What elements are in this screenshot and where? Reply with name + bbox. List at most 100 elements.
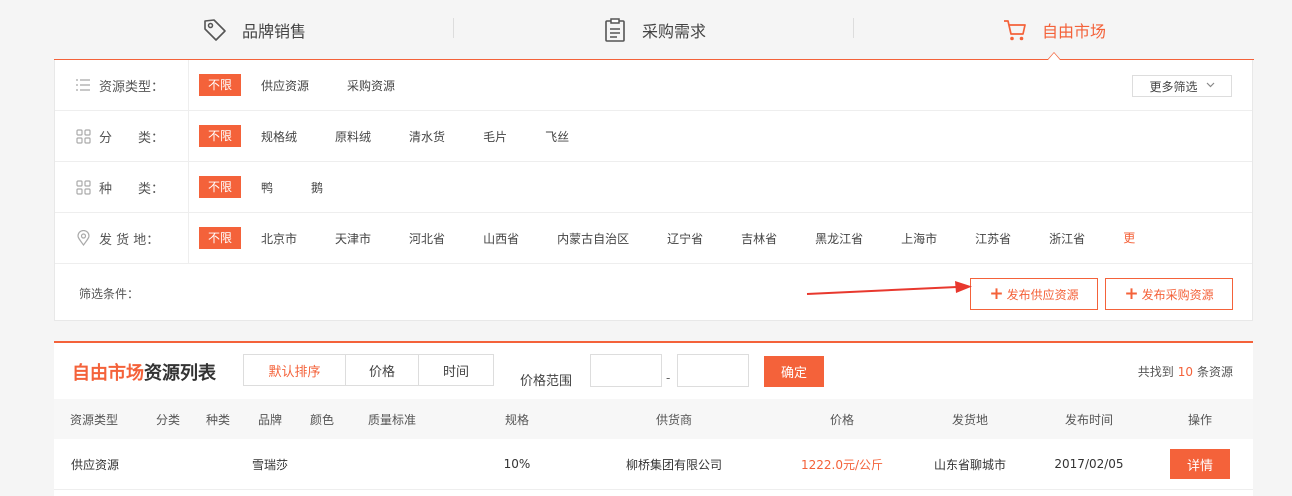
- grid-icon: [75, 128, 91, 144]
- filter-label: 发 货 地：: [99, 232, 160, 248]
- cell-color: [302, 439, 342, 489]
- plus-icon: +: [1124, 284, 1139, 304]
- cell-supplier: 柳桥集团有限公司: [625, 457, 722, 472]
- cell-category: [148, 439, 188, 489]
- filter-option[interactable]: 河北省: [409, 230, 445, 247]
- filter-option[interactable]: 浙江省: [1049, 230, 1085, 247]
- cell-species: [198, 439, 238, 489]
- column-header: 质量标准: [367, 412, 416, 427]
- result-count-number: 10: [1177, 365, 1193, 379]
- filter-row-origin: 发 货 地： 不限 北京市 天津市 河北省 山西省 内蒙古自治区 辽宁省 吉林省…: [55, 213, 1252, 264]
- tab-brand-sales[interactable]: 品牌销售: [54, 0, 454, 59]
- cart-icon: [1002, 17, 1028, 43]
- column-header: 分类: [155, 412, 180, 427]
- filter-conditions-label: 筛选条件：: [79, 287, 140, 301]
- filter-label: 分 类：: [99, 130, 165, 146]
- column-header: 发布时间: [1064, 412, 1113, 427]
- sort-default[interactable]: 默认排序: [244, 355, 346, 385]
- filter-option[interactable]: 北京市: [261, 230, 297, 247]
- tab-label: 采购需求: [641, 21, 706, 41]
- filter-option[interactable]: 吉林省: [741, 230, 777, 247]
- column-header: 颜色: [309, 412, 334, 427]
- column-header: 资源类型: [69, 412, 118, 427]
- market-tabs: 品牌销售 采购需求 自由市场: [54, 0, 1254, 60]
- filter-row-resource-type: 资源类型： 不限 供应资源 采购资源 更多筛选: [55, 60, 1252, 111]
- filter-option[interactable]: 江苏省: [975, 230, 1011, 247]
- filter-option[interactable]: 上海市: [901, 230, 937, 247]
- list-title-highlight: 自由市场: [72, 363, 144, 384]
- filter-option[interactable]: 山西省: [483, 230, 519, 247]
- filter-option[interactable]: 清水货: [409, 128, 445, 145]
- filter-option[interactable]: 供应资源: [261, 77, 309, 94]
- tag-icon: [202, 17, 228, 43]
- filter-row-category: 分 类： 不限 规格绒 原料绒 清水货 毛片 飞丝: [55, 111, 1252, 162]
- filter-options: 不限 鸭 鹅: [189, 162, 1252, 212]
- filter-option[interactable]: 鸭: [261, 179, 273, 196]
- plus-icon: +: [989, 284, 1004, 304]
- filter-label: 资源类型：: [99, 79, 165, 95]
- more-origins-link[interactable]: 更多: [1123, 228, 1136, 248]
- tab-label: 自由市场: [1041, 21, 1106, 41]
- sort-time[interactable]: 时间: [419, 355, 493, 385]
- table-row: 供应资源 雪瑞莎 10% 柳桥集团有限公司 1222.0元/公斤 山东省聊城市 …: [54, 439, 1253, 490]
- filter-option-all[interactable]: 不限: [199, 227, 242, 249]
- more-filter-label: 更多筛选: [1149, 79, 1198, 94]
- red-arrow-annotation: [806, 281, 972, 295]
- filter-option[interactable]: 天津市: [335, 230, 371, 247]
- publish-supply-button[interactable]: + 发布供应资源: [970, 278, 1098, 310]
- filter-option[interactable]: 飞丝: [545, 128, 569, 145]
- clipboard-icon: [602, 17, 628, 43]
- cell-type: 供应资源: [70, 457, 119, 472]
- confirm-button[interactable]: 确定: [764, 356, 824, 387]
- tab-free-market[interactable]: 自由市场: [854, 0, 1254, 60]
- location-pin-icon: [75, 230, 91, 246]
- filter-option[interactable]: 内蒙古自治区: [557, 230, 629, 247]
- grid-icon: [75, 179, 91, 195]
- price-min-input[interactable]: [590, 354, 662, 387]
- detail-button[interactable]: 详情: [1170, 449, 1230, 479]
- filter-option-all[interactable]: 不限: [199, 176, 242, 198]
- column-header: 规格: [504, 412, 529, 427]
- cell-brand: 雪瑞莎: [251, 457, 288, 472]
- free-market-page: 品牌销售 采购需求 自由市场 资源类型： 不限 供应资源 采购资源 更多筛选 分…: [0, 0, 1292, 496]
- filter-option-all[interactable]: 不限: [199, 125, 242, 147]
- publish-purchase-button[interactable]: + 发布采购资源: [1105, 278, 1233, 310]
- filter-option[interactable]: 原料绒: [335, 128, 371, 145]
- filter-option-all[interactable]: 不限: [199, 74, 242, 96]
- list-title-rest: 资源列表: [144, 363, 216, 384]
- cell-quality: [352, 439, 432, 489]
- tab-label: 品牌销售: [241, 21, 306, 41]
- chevron-down-icon: [1206, 81, 1215, 91]
- price-max-input[interactable]: [677, 354, 749, 387]
- filter-option[interactable]: 辽宁省: [667, 230, 703, 247]
- resource-list-panel: 自由市场资源列表 默认排序 价格 时间 价格范围 - 确定 共找到 10 条资源 资…: [54, 341, 1253, 496]
- filter-option[interactable]: 采购资源: [347, 77, 395, 94]
- table-header: 资源类型 分类 种类 品牌 颜色 质量标准 规格 供货商 价格 发货地 发布时间…: [54, 399, 1253, 439]
- cell-spec: 10%: [503, 457, 531, 471]
- filter-options: 不限 规格绒 原料绒 清水货 毛片 飞丝: [189, 111, 1252, 161]
- filter-row-species: 种 类： 不限 鸭 鹅: [55, 162, 1252, 213]
- cell-price: 1222.0元/公斤: [800, 457, 884, 472]
- result-count: 共找到 10 条资源: [1137, 365, 1233, 379]
- active-tab-caret: [1047, 52, 1061, 60]
- filter-option[interactable]: 规格绒: [261, 128, 297, 145]
- column-header: 供货商: [655, 412, 692, 427]
- filter-option[interactable]: 毛片: [483, 128, 507, 145]
- tab-purchase-demand[interactable]: 采购需求: [454, 0, 854, 59]
- filter-options: 不限 北京市 天津市 河北省 山西省 内蒙古自治区 辽宁省 吉林省 黑龙江省 上…: [189, 213, 1252, 263]
- column-header: 价格: [829, 412, 854, 427]
- more-filter-dropdown[interactable]: 更多筛选: [1132, 75, 1232, 97]
- price-range-dash: -: [666, 371, 671, 385]
- filter-options: 不限 供应资源 采购资源: [189, 60, 1252, 110]
- cell-date: 2017/02/05: [1054, 457, 1124, 471]
- filter-label: 种 类：: [99, 181, 165, 197]
- filter-option[interactable]: 鹅: [311, 179, 323, 196]
- column-header: 操作: [1187, 412, 1212, 427]
- publish-purchase-label: 发布采购资源: [1141, 287, 1214, 302]
- sort-options: 默认排序 价格 时间: [243, 354, 494, 386]
- column-header: 种类: [205, 412, 230, 427]
- list-icon: [75, 77, 91, 93]
- list-title: 自由市场资源列表: [72, 359, 216, 385]
- filter-option[interactable]: 黑龙江省: [815, 230, 863, 247]
- sort-price[interactable]: 价格: [346, 355, 419, 385]
